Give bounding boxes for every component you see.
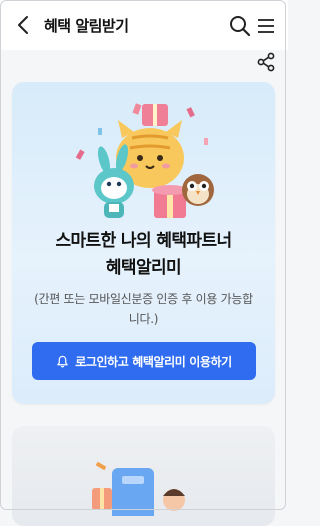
search-icon[interactable]	[228, 14, 252, 38]
app-header: 혜택 알림받기	[0, 0, 288, 50]
phone-illustration	[92, 461, 185, 516]
promo-card: 스마트한 나의 혜택파트너 혜택알리미 (간편 또는 모바일신분증 인증 후 이…	[12, 82, 275, 404]
promo-subtext: (간편 또는 모바일신분증 인증 후 이용 가능합니다.)	[34, 292, 253, 326]
secondary-card	[12, 426, 275, 526]
mascot-illustration	[75, 103, 214, 218]
bell-icon	[57, 355, 68, 367]
promo-headline: 스마트한 나의 혜택파트너 혜택알리미	[12, 228, 275, 282]
login-benefit-alert-button[interactable]: 로그인하고 혜택알리미 이용하기	[32, 342, 256, 380]
share-icon[interactable]	[256, 52, 276, 72]
chevron-left-icon[interactable]	[14, 14, 34, 36]
headline-line-1: 스마트한 나의 혜택파트너	[55, 231, 232, 251]
cta-label: 로그인하고 혜택알리미 이용하기	[75, 354, 232, 369]
page-title: 혜택 알림받기	[44, 17, 129, 35]
headline-line-2: 혜택알리미	[105, 258, 182, 278]
hamburger-menu-icon[interactable]	[256, 16, 276, 36]
